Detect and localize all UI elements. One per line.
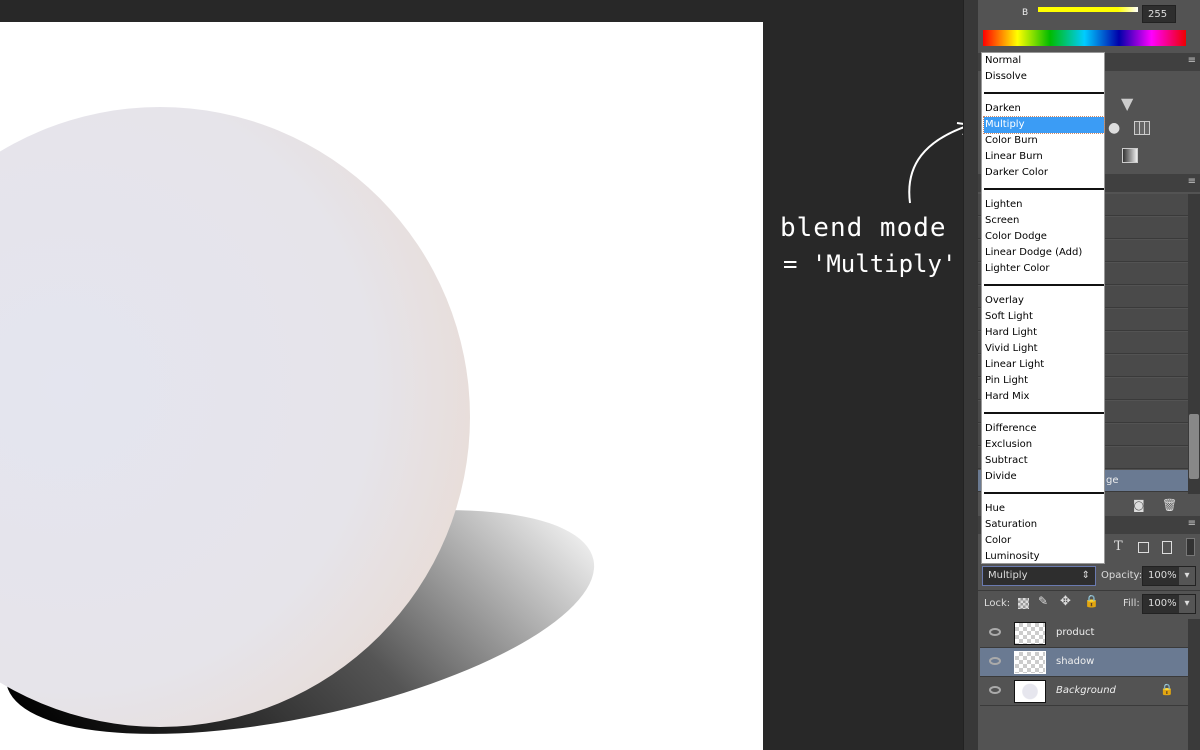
panel-menu-icon[interactable]: ≡ <box>1188 55 1196 66</box>
scrollbar-thumb[interactable] <box>1189 414 1199 479</box>
lock-transparency-icon[interactable] <box>1018 598 1029 609</box>
blend-option-multiply[interactable]: Multiply <box>983 116 1105 134</box>
blend-option-linear-light[interactable]: Linear Light <box>984 357 1104 373</box>
blend-option-hard-light[interactable]: Hard Light <box>984 325 1104 341</box>
annotation: blend mode = 'Multiply' <box>775 122 973 305</box>
visibility-eye-icon[interactable] <box>989 657 1001 665</box>
blend-option-dissolve[interactable]: Dissolve <box>984 69 1104 85</box>
lock-paint-icon[interactable]: ✎ <box>1038 594 1048 608</box>
history-state-label: ge <box>1106 475 1119 486</box>
menu-separator <box>984 492 1104 494</box>
canvas-artwork <box>0 107 595 734</box>
color-ramp[interactable] <box>983 30 1186 46</box>
layer-thumbnail <box>1014 680 1046 703</box>
fill-label: Fill: <box>1123 598 1140 609</box>
menu-separator <box>984 188 1104 190</box>
opacity-input[interactable]: 100% ▾ <box>1142 566 1196 586</box>
blend-option-darker-color[interactable]: Darker Color <box>984 165 1104 181</box>
layer-name: shadow <box>1056 656 1095 667</box>
smart-object-filter-icon[interactable] <box>1162 541 1172 554</box>
opacity-label: Opacity: <box>1101 570 1143 581</box>
panel-menu-icon[interactable]: ≡ <box>1188 518 1196 529</box>
panel-menu-icon[interactable]: ≡ <box>1188 176 1196 187</box>
blend-option-hard-mix[interactable]: Hard Mix <box>984 389 1104 405</box>
blend-option-hue[interactable]: Hue <box>984 501 1104 517</box>
color-lookup-icon[interactable] <box>1134 121 1150 135</box>
lock-move-icon[interactable]: ✥ <box>1060 594 1071 609</box>
blend-mode-select[interactable]: Multiply ⇕ <box>982 566 1096 586</box>
shape-filter-icon[interactable] <box>1138 542 1149 553</box>
layer-background[interactable]: Background 🔒 <box>980 677 1188 706</box>
layer-name: Background <box>1056 685 1116 696</box>
blend-option-saturation[interactable]: Saturation <box>984 517 1104 533</box>
blend-option-divide[interactable]: Divide <box>984 469 1104 485</box>
blend-option-subtract[interactable]: Subtract <box>984 453 1104 469</box>
blend-option-darken[interactable]: Darken <box>984 101 1104 117</box>
blend-option-exclusion[interactable]: Exclusion <box>984 437 1104 453</box>
visibility-eye-icon[interactable] <box>989 628 1001 636</box>
blend-mode-dropdown: Normal Dissolve Darken Multiply Color Burn Li… <box>981 52 1105 564</box>
channel-label: B <box>1022 8 1029 18</box>
blend-option-lighter-color[interactable]: Lighter Color <box>984 261 1104 277</box>
lock-icon: 🔒 <box>1160 683 1174 696</box>
blend-option-linear-burn[interactable]: Linear Burn <box>984 149 1104 165</box>
blend-mode-value: Multiply <box>988 570 1028 581</box>
channel-mixer-icon[interactable]: ● <box>1108 120 1120 136</box>
blend-option-vivid-light[interactable]: Vivid Light <box>984 341 1104 357</box>
blue-slider[interactable] <box>1038 7 1138 12</box>
layer-product[interactable]: product <box>980 619 1188 648</box>
menu-separator <box>984 284 1104 286</box>
blend-option-normal[interactable]: Normal <box>984 53 1104 69</box>
filter-toggle[interactable] <box>1186 538 1195 556</box>
blend-option-luminosity[interactable]: Luminosity <box>984 549 1104 565</box>
opacity-value: 100% <box>1148 570 1177 581</box>
trash-icon[interactable]: 🗑 <box>1162 498 1177 512</box>
menu-separator <box>984 92 1104 94</box>
type-filter-icon[interactable]: T <box>1114 539 1123 554</box>
blend-option-overlay[interactable]: Overlay <box>984 293 1104 309</box>
blend-option-difference[interactable]: Difference <box>984 421 1104 437</box>
layers-scrollbar[interactable] <box>1188 619 1200 750</box>
layer-thumbnail <box>1014 622 1046 645</box>
blend-option-pin-light[interactable]: Pin Light <box>984 373 1104 389</box>
annotation-line1: blend mode <box>780 213 947 243</box>
history-scrollbar[interactable] <box>1188 194 1200 494</box>
layers-list: product shadow Background 🔒 <box>978 619 1188 750</box>
blend-option-color-dodge[interactable]: Color Dodge <box>984 229 1104 245</box>
fill-input[interactable]: 100% ▾ <box>1142 594 1196 614</box>
annotation-line2: = 'Multiply' <box>783 250 957 278</box>
lock-all-icon[interactable]: 🔒 <box>1084 594 1099 608</box>
blend-option-screen[interactable]: Screen <box>984 213 1104 229</box>
blend-option-color-burn[interactable]: Color Burn <box>984 133 1104 149</box>
channel-value-input[interactable]: 255 <box>1142 5 1176 23</box>
layer-thumbnail <box>1014 651 1046 674</box>
blend-option-color[interactable]: Color <box>984 533 1104 549</box>
blend-option-linear-dodge-add[interactable]: Linear Dodge (Add) <box>984 245 1104 261</box>
layer-shadow[interactable]: shadow <box>980 648 1188 677</box>
fill-value: 100% <box>1148 598 1177 609</box>
blend-option-lighten[interactable]: Lighten <box>984 197 1104 213</box>
document-canvas[interactable] <box>0 22 763 750</box>
lock-label: Lock: <box>984 598 1011 609</box>
menu-separator <box>984 412 1104 414</box>
blend-option-soft-light[interactable]: Soft Light <box>984 309 1104 325</box>
gradient-fill-icon[interactable] <box>1122 148 1138 163</box>
divider <box>978 590 1200 591</box>
camera-icon[interactable]: ◙ <box>1133 498 1145 512</box>
gradient-map-icon[interactable]: ▼ <box>1121 94 1133 113</box>
panel-dock-strip <box>963 0 978 750</box>
layer-name: product <box>1056 627 1095 638</box>
visibility-eye-icon[interactable] <box>989 686 1001 694</box>
